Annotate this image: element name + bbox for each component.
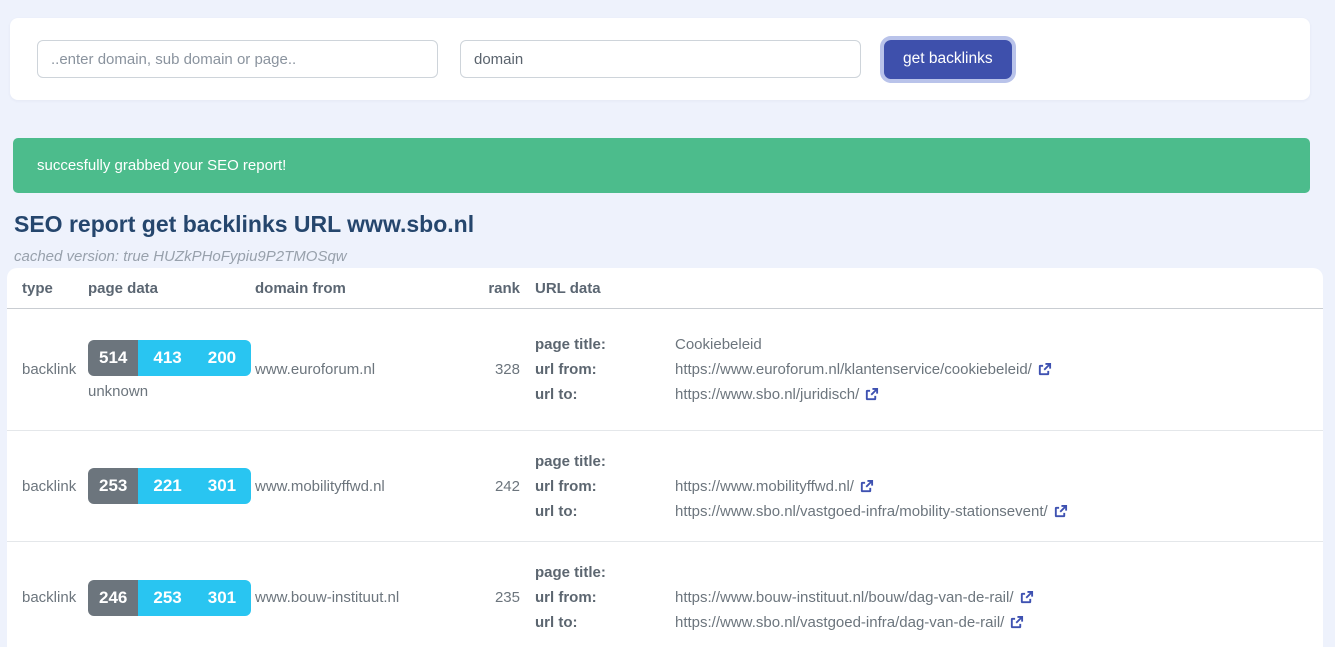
external-link-icon[interactable] [1019, 590, 1034, 605]
url-data-cell: page title: url from: https://www.mobili… [520, 447, 1323, 526]
search-card: get backlinks [10, 18, 1310, 100]
metric-value: 221 [153, 476, 182, 495]
domain-from: www.mobilityffwd.nl [255, 477, 385, 495]
success-alert-message: succesfully grabbed your SEO report! [37, 157, 287, 174]
url-from-link[interactable]: https://www.euroforum.nl/klantenservice/… [675, 359, 1052, 380]
url-to-link[interactable]: https://www.sbo.nl/vastgoed-infra/mobili… [675, 501, 1068, 522]
metric-badge-cyan: 413 200 [138, 339, 252, 376]
url-to-label: url to: [535, 386, 578, 403]
table-header-row: type page data domain from rank URL data [7, 268, 1323, 309]
page-data-cell: 514 413 200 unknown [88, 339, 255, 400]
report-type-input[interactable] [460, 40, 861, 78]
url-from-link[interactable]: https://www.mobilityffwd.nl/ [675, 476, 874, 497]
page-title-label: page title: [535, 452, 606, 470]
table-row: backlink 246 253 301 www.bouw-instituut.… [7, 542, 1323, 647]
metric-value: 301 [207, 587, 237, 607]
metric-value: 413 [153, 347, 182, 367]
url-from-label: url from: [535, 589, 597, 606]
page-data-cell: 253 221 301 [88, 468, 255, 504]
success-alert: succesfully grabbed your SEO report! [13, 138, 1310, 193]
page-title-label: page title: [535, 564, 606, 581]
url-to-label: url to: [535, 502, 578, 520]
url-from-label: url from: [535, 361, 597, 378]
domain-from: www.bouw-instituut.nl [255, 589, 400, 606]
external-link-icon[interactable] [1009, 615, 1024, 630]
column-header-domain-from: domain from [255, 279, 346, 297]
page-title-label: page title: [535, 336, 606, 353]
table-row: backlink 514 413 200 unknown www.eurofor… [7, 309, 1323, 431]
table-row: backlink 253 221 301 www.mobilityffwd.nl… [7, 431, 1323, 542]
url-to-link[interactable]: https://www.sbo.nl/vastgoed-infra/dag-va… [675, 612, 1024, 633]
metric-badge-gray: 514 [88, 339, 139, 376]
metric-value: 200 [207, 347, 237, 367]
backlink-type: backlink [22, 361, 77, 378]
backlink-type: backlink [22, 589, 77, 606]
url-data-cell: page title: url from: https://www.bouw-i… [520, 558, 1323, 637]
url-from-label: url from: [535, 477, 597, 495]
page-title-value: Cookiebeleid [675, 336, 762, 353]
rank-value: 242 [494, 477, 520, 495]
external-link-icon[interactable] [859, 479, 874, 494]
page-metrics-badge: 246 253 301 [88, 579, 252, 616]
metric-badge-cyan: 253 301 [138, 579, 252, 616]
column-header-url-data: URL data [535, 279, 601, 297]
column-header-type: type [22, 279, 53, 297]
url-to-link[interactable]: https://www.sbo.nl/juridisch/ [675, 384, 879, 405]
metric-value: 301 [207, 476, 237, 495]
page-metrics-badge: 514 413 200 [88, 339, 252, 376]
column-header-page-data: page data [88, 279, 159, 297]
page-metrics-badge: 253 221 301 [88, 468, 252, 504]
metric-badge-gray: 246 [88, 579, 139, 616]
get-backlinks-button[interactable]: get backlinks [884, 39, 1012, 79]
url-from-link[interactable]: https://www.bouw-instituut.nl/bouw/dag-v… [675, 587, 1034, 608]
column-header-rank: rank [488, 279, 520, 297]
backlink-type: backlink [22, 477, 77, 495]
metric-badge-cyan: 221 301 [138, 468, 252, 504]
rank-value: 235 [494, 589, 520, 606]
page-data-note: unknown [88, 382, 149, 400]
cached-version-note: cached version: true HUZkPHoFypiu9P2TMOS… [14, 248, 347, 265]
domain-query-input[interactable] [37, 40, 438, 78]
page-title: SEO report get backlinks URL www.sbo.nl [14, 211, 475, 237]
external-link-icon[interactable] [864, 387, 879, 402]
page-data-cell: 246 253 301 [88, 579, 255, 616]
metric-badge-gray: 253 [88, 468, 139, 504]
url-data-cell: page title: Cookiebeleid url from: https… [520, 330, 1323, 409]
external-link-icon[interactable] [1037, 362, 1052, 377]
rank-value: 328 [494, 361, 520, 378]
metric-value: 253 [153, 587, 182, 607]
backlinks-table: type page data domain from rank URL data… [7, 268, 1323, 647]
external-link-icon[interactable] [1053, 504, 1068, 519]
domain-from: www.euroforum.nl [255, 361, 376, 378]
url-to-label: url to: [535, 614, 578, 631]
